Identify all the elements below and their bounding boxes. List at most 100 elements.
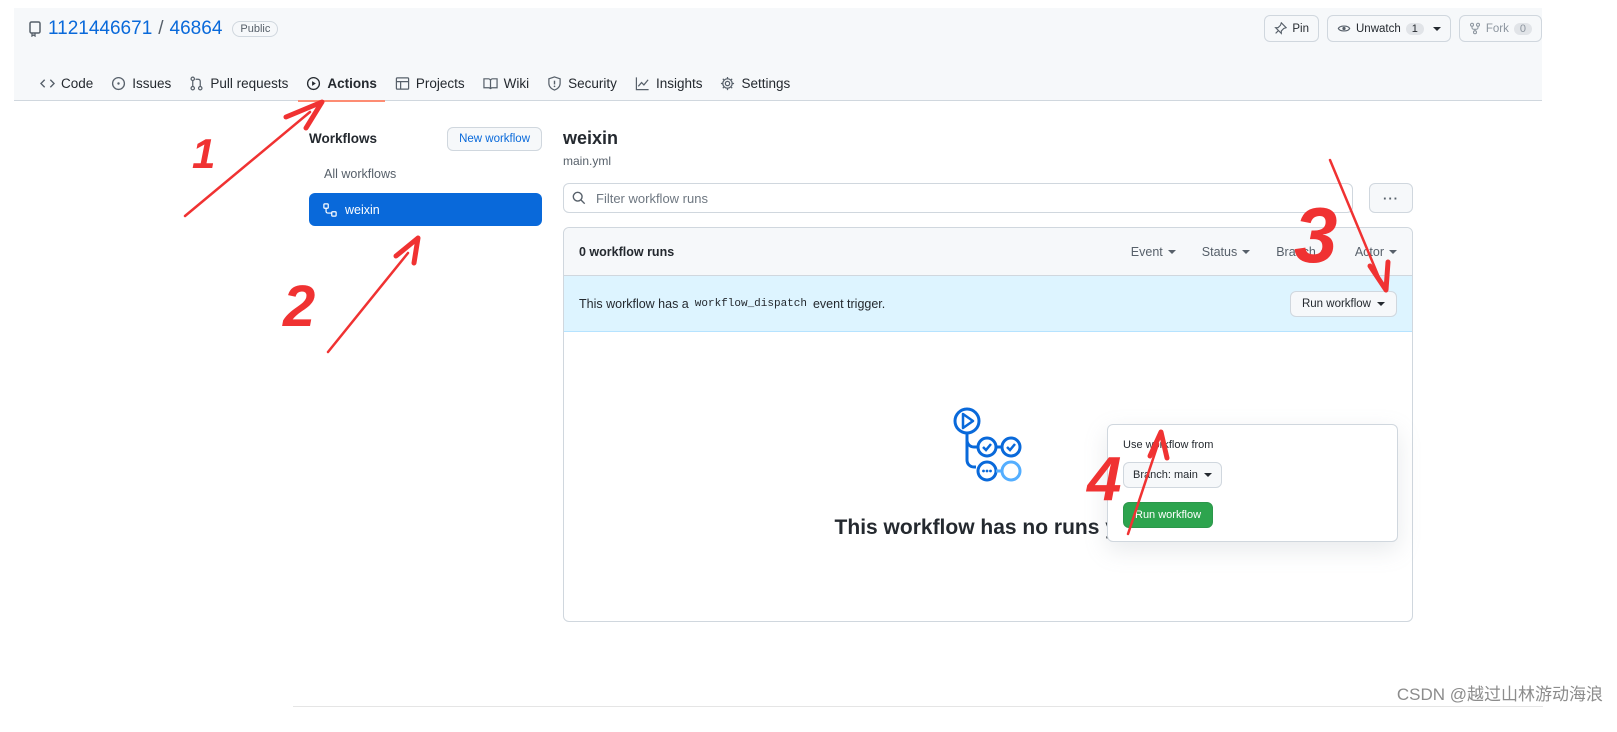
pin-button[interactable]: Pin xyxy=(1264,15,1319,42)
pin-icon xyxy=(1274,22,1288,35)
tab-actions-label: Actions xyxy=(327,76,377,91)
pull-request-icon xyxy=(190,76,203,91)
issue-icon xyxy=(112,76,126,91)
gear-icon xyxy=(721,76,735,91)
tab-wiki-label: Wiki xyxy=(503,76,530,91)
repo-name-link[interactable]: 46864 xyxy=(170,18,223,40)
branch-select-button[interactable]: Branch: main xyxy=(1123,462,1222,488)
tab-insights-label: Insights xyxy=(655,76,703,91)
graph-icon xyxy=(635,77,649,91)
watermark: CSDN @越过山林游动海浪 xyxy=(1396,685,1603,704)
status-filter[interactable]: Status xyxy=(1201,244,1251,259)
unwatch-button[interactable]: Unwatch 1 xyxy=(1327,15,1451,42)
sidebar-title: Workflows xyxy=(309,131,378,146)
event-filter[interactable]: Event xyxy=(1131,245,1176,259)
actor-filter[interactable]: Actor xyxy=(1355,245,1397,259)
workflow-main: weixin main.yml ··· 0 workflow runs Even… xyxy=(563,126,1413,622)
annotation-mark-1: 1 xyxy=(192,130,215,177)
chevron-down-icon xyxy=(1320,249,1329,254)
annotation-arrow-1 xyxy=(183,110,312,218)
actor-filter-label: Actor xyxy=(1354,244,1384,259)
chevron-down-icon xyxy=(1432,26,1441,31)
run-workflow-submit-button[interactable]: Run workflow xyxy=(1123,502,1214,528)
use-workflow-from-label: Use workflow from xyxy=(1123,439,1214,451)
bottom-divider xyxy=(293,706,1543,707)
workflow-file-link[interactable]: main.yml xyxy=(563,154,1413,168)
tab-pull-requests-label: Pull requests xyxy=(210,76,289,91)
table-icon xyxy=(395,77,410,90)
dispatch-prefix: This workflow has a xyxy=(579,296,689,311)
run-filters: Event Status Branch Actor xyxy=(1131,245,1397,259)
workflow-title: weixin xyxy=(563,128,619,148)
chevron-down-icon xyxy=(1389,249,1397,254)
run-workflow-popover: Use workflow from Branch: main Run workf… xyxy=(1107,424,1398,542)
workflow-icon xyxy=(323,202,337,217)
tab-projects-label: Projects xyxy=(415,76,465,91)
more-options-button[interactable]: ··· xyxy=(1369,183,1413,213)
chevron-down-icon xyxy=(1377,301,1385,306)
fork-count: 0 xyxy=(1513,22,1532,35)
shield-icon xyxy=(548,76,561,91)
chevron-down-icon xyxy=(1242,249,1251,254)
tab-settings[interactable]: Settings xyxy=(712,66,798,101)
tab-code[interactable]: Code xyxy=(32,66,101,101)
branch-filter-label: Branch xyxy=(1276,244,1316,259)
play-icon xyxy=(307,76,321,91)
filter-workflow-runs-input[interactable] xyxy=(594,189,1294,207)
repo-header: 1121446671 / 46864 Public Pin Unwatch 1 xyxy=(14,8,1542,102)
event-filter-label: Event xyxy=(1130,244,1163,259)
filter-row: ··· xyxy=(563,183,1413,213)
sidebar-item-weixin[interactable]: weixin xyxy=(309,193,542,226)
dispatch-code: workflow_dispatch xyxy=(694,297,807,310)
repo-actions: Pin Unwatch 1 Fork 0 xyxy=(1264,15,1542,42)
branch-filter[interactable]: Branch xyxy=(1276,245,1329,259)
tab-security[interactable]: Security xyxy=(539,66,625,101)
repo-nav: Code Issues Pull requests Actions Projec… xyxy=(32,66,798,102)
tab-actions[interactable]: Actions xyxy=(298,66,385,102)
fork-button[interactable]: Fork 0 xyxy=(1458,15,1542,42)
chevron-down-icon xyxy=(1203,473,1212,477)
annotation-arrow-2 xyxy=(326,251,410,354)
tab-projects[interactable]: Projects xyxy=(387,66,473,101)
runs-header: 0 workflow runs Event Status Branch Acto… xyxy=(564,228,1412,276)
watch-count: 1 xyxy=(1405,22,1424,35)
tab-security-label: Security xyxy=(568,76,617,91)
sidebar-item-all-workflows[interactable]: All workflows xyxy=(309,163,542,185)
run-workflow-label: Run workflow xyxy=(1301,297,1371,310)
workflows-sidebar: Workflows New workflow All workflows wei… xyxy=(309,126,542,226)
tab-settings-label: Settings xyxy=(741,76,791,91)
code-icon xyxy=(40,79,55,88)
fork-label: Fork xyxy=(1485,22,1509,35)
tab-code-label: Code xyxy=(61,76,94,91)
sidebar-header: Workflows New workflow xyxy=(309,126,542,151)
book-icon xyxy=(482,78,498,90)
branch-select-label: Branch: main xyxy=(1133,469,1198,481)
repo-icon xyxy=(29,21,41,37)
pin-label: Pin xyxy=(1292,22,1309,35)
runs-count: 0 workflow runs xyxy=(579,244,675,259)
filter-box[interactable] xyxy=(563,183,1353,213)
new-workflow-button[interactable]: New workflow xyxy=(447,126,542,151)
repo-title: 1121446671 / 46864 Public xyxy=(28,17,279,41)
workflow-empty-icon xyxy=(953,407,1022,482)
tab-wiki[interactable]: Wiki xyxy=(475,66,538,101)
run-workflow-dropdown-button[interactable]: Run workflow xyxy=(1289,290,1397,317)
repo-owner-link[interactable]: 1121446671 xyxy=(48,18,152,40)
workflow-runs-box: 0 workflow runs Event Status Branch Acto… xyxy=(563,227,1413,622)
visibility-badge: Public xyxy=(232,21,279,37)
status-filter-label: Status xyxy=(1201,244,1238,259)
chevron-down-icon xyxy=(1167,249,1176,254)
dispatch-notice: This workflow has a workflow_dispatch ev… xyxy=(564,276,1412,332)
tab-issues[interactable]: Issues xyxy=(103,66,179,101)
eye-icon xyxy=(1337,25,1351,32)
tab-issues-label: Issues xyxy=(132,76,172,91)
dispatch-suffix: event trigger. xyxy=(812,296,886,311)
unwatch-label: Unwatch xyxy=(1356,22,1401,35)
fork-icon xyxy=(1469,22,1480,35)
tab-pull-requests[interactable]: Pull requests xyxy=(181,66,296,101)
search-icon xyxy=(572,191,586,205)
annotation-mark-2: 2 xyxy=(282,274,315,339)
repo-separator: / xyxy=(158,18,164,39)
sidebar-item-weixin-label: weixin xyxy=(345,202,380,217)
tab-insights[interactable]: Insights xyxy=(627,66,711,101)
